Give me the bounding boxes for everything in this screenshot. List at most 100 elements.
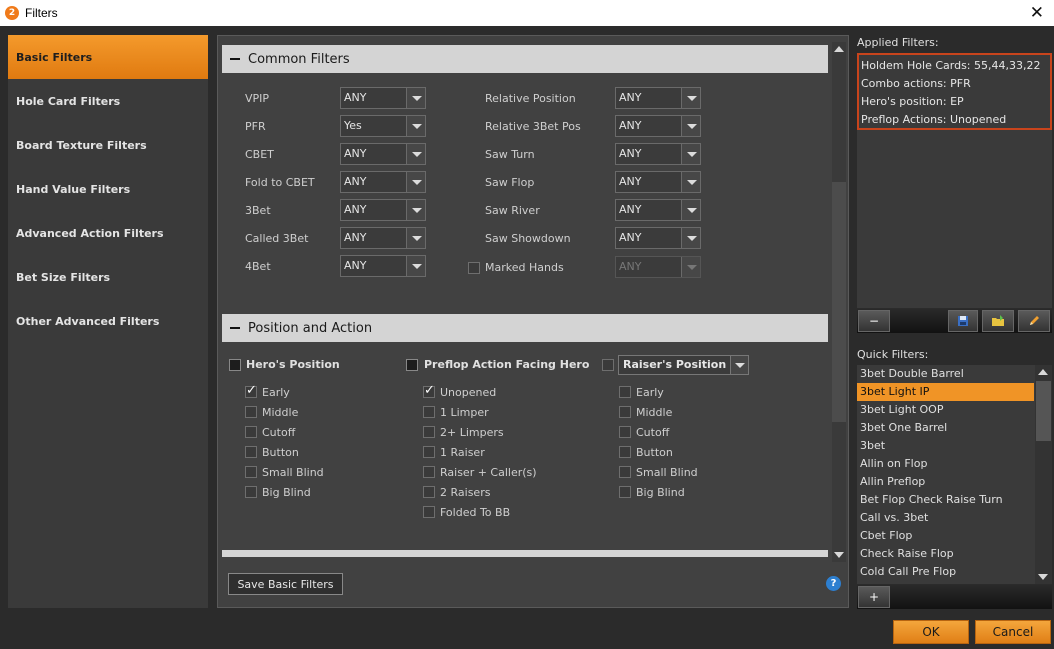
list-item[interactable]: 3bet [857, 437, 1034, 455]
chevron-down-icon[interactable] [681, 144, 700, 164]
raiser-big-blind-checkbox[interactable] [619, 486, 631, 498]
hero-early-checkbox[interactable] [245, 383, 257, 398]
chevron-down-icon[interactable] [406, 256, 425, 276]
quick-filters-toolbar: + [857, 585, 1052, 609]
raiser-middle-checkbox[interactable] [619, 406, 631, 418]
chevron-down-icon[interactable] [406, 88, 425, 108]
scroll-down-icon[interactable] [834, 552, 844, 558]
applied-filter-item[interactable]: Preflop Actions: Unopened [861, 111, 1048, 129]
remove-filter-button[interactable]: − [858, 310, 890, 332]
chevron-down-icon[interactable] [406, 228, 425, 248]
edit-filter-button[interactable] [1018, 310, 1050, 332]
hero-small-blind-checkbox[interactable] [245, 466, 257, 478]
chevron-down-icon[interactable] [406, 200, 425, 220]
hero-middle-checkbox[interactable] [245, 406, 257, 418]
vpip-dropdown[interactable]: ANY [340, 87, 426, 109]
sidebar-item-hole-card-filters[interactable]: Hole Card Filters [8, 79, 208, 123]
scrollbar-thumb[interactable] [832, 182, 846, 422]
action-2-raisers-checkbox[interactable] [423, 486, 435, 498]
list-item[interactable]: Allin Preflop [857, 473, 1034, 491]
ok-button[interactable]: OK [893, 620, 969, 644]
chevron-down-icon[interactable] [681, 228, 700, 248]
list-item[interactable]: Call vs. 3bet [857, 509, 1034, 527]
common-filters-header[interactable]: Common Filters [222, 45, 828, 73]
list-item[interactable]: 3bet One Barrel [857, 419, 1034, 437]
relative-position-dropdown[interactable]: ANY [615, 87, 701, 109]
scroll-down-icon[interactable] [1038, 574, 1048, 580]
chevron-down-icon[interactable] [406, 116, 425, 136]
list-item[interactable]: Cold Call Pre Flop [857, 563, 1034, 581]
action-1-limper-checkbox[interactable] [423, 406, 435, 418]
list-item[interactable]: Check Raise Flop [857, 545, 1034, 563]
relative-3bet-pos-dropdown[interactable]: ANY [615, 115, 701, 137]
cbet-dropdown[interactable]: ANY [340, 143, 426, 165]
window-title: Filters [25, 6, 58, 20]
chevron-down-icon[interactable] [681, 88, 700, 108]
chevron-down-icon[interactable] [406, 144, 425, 164]
saw-river-dropdown[interactable]: ANY [615, 199, 701, 221]
action-2-limpers-checkbox[interactable] [423, 426, 435, 438]
collapse-icon[interactable] [230, 327, 240, 329]
raisers-position-toggle-checkbox[interactable] [602, 359, 614, 371]
chevron-down-icon[interactable] [406, 172, 425, 192]
fold-to-cbet-dropdown[interactable]: ANY [340, 171, 426, 193]
position-action-header[interactable]: Position and Action [222, 314, 828, 342]
raisers-position-dropdown[interactable]: Raiser's Position [618, 355, 750, 375]
list-item[interactable]: 3bet Double Barrel [857, 365, 1034, 383]
quick-filters-scrollbar[interactable] [1035, 365, 1052, 584]
saw-showdown-dropdown[interactable]: ANY [615, 227, 701, 249]
chevron-down-icon[interactable] [681, 200, 700, 220]
scroll-up-icon[interactable] [834, 46, 844, 52]
hero-button-checkbox[interactable] [245, 446, 257, 458]
sidebar-item-other-advanced-filters[interactable]: Other Advanced Filters [8, 299, 208, 343]
raiser-button-checkbox[interactable] [619, 446, 631, 458]
saw-turn-dropdown[interactable]: ANY [615, 143, 701, 165]
raiser-cutoff-checkbox[interactable] [619, 426, 631, 438]
add-quick-filter-button[interactable]: + [858, 586, 890, 608]
marked-hands-checkbox[interactable] [468, 262, 480, 274]
preflop-action-toggle-checkbox[interactable] [406, 359, 418, 371]
applied-filter-item[interactable]: Holdem Hole Cards: 55,44,33,22 [861, 57, 1048, 75]
chevron-down-icon[interactable] [681, 172, 700, 192]
save-filter-button[interactable] [948, 310, 978, 332]
title-bar: 2 Filters ✕ [0, 0, 1054, 26]
collapse-icon[interactable] [230, 58, 240, 60]
main-scrollbar[interactable] [832, 42, 846, 562]
list-item[interactable]: 3bet Light OOP [857, 401, 1034, 419]
sidebar-item-basic-filters[interactable]: Basic Filters [8, 35, 208, 79]
list-item[interactable]: Allin on Flop [857, 455, 1034, 473]
action-folded-to-bb-checkbox[interactable] [423, 506, 435, 518]
hero-cutoff-checkbox[interactable] [245, 426, 257, 438]
saw-flop-dropdown[interactable]: ANY [615, 171, 701, 193]
action-raiser-callers-checkbox[interactable] [423, 466, 435, 478]
hero-big-blind-checkbox[interactable] [245, 486, 257, 498]
action-1-raiser-checkbox[interactable] [423, 446, 435, 458]
list-item[interactable]: 3bet Light IP [857, 383, 1034, 401]
3bet-dropdown[interactable]: ANY [340, 199, 426, 221]
help-icon[interactable]: ? [826, 576, 841, 591]
applied-filter-item[interactable]: Hero's position: EP [861, 93, 1048, 111]
pfr-dropdown[interactable]: Yes [340, 115, 426, 137]
chevron-down-icon[interactable] [681, 116, 700, 136]
scrollbar-thumb[interactable] [1036, 381, 1051, 441]
save-basic-filters-button[interactable]: Save Basic Filters [228, 573, 343, 595]
load-filter-button[interactable] [982, 310, 1014, 332]
cancel-button[interactable]: Cancel [975, 620, 1051, 644]
sidebar-item-bet-size-filters[interactable]: Bet Size Filters [8, 255, 208, 299]
applied-filter-item[interactable]: Combo actions: PFR [861, 75, 1048, 93]
dropdown-value: ANY [619, 175, 642, 188]
close-icon[interactable]: ✕ [1030, 3, 1044, 23]
list-item[interactable]: Cbet Flop [857, 527, 1034, 545]
sidebar-item-board-texture-filters[interactable]: Board Texture Filters [8, 123, 208, 167]
raiser-early-checkbox[interactable] [619, 386, 631, 398]
scroll-up-icon[interactable] [1038, 369, 1048, 375]
called-3bet-dropdown[interactable]: ANY [340, 227, 426, 249]
action-unopened-checkbox[interactable] [423, 383, 435, 398]
4bet-dropdown[interactable]: ANY [340, 255, 426, 277]
sidebar-item-advanced-action-filters[interactable]: Advanced Action Filters [8, 211, 208, 255]
chevron-down-icon[interactable] [730, 356, 749, 374]
list-item[interactable]: Bet Flop Check Raise Turn [857, 491, 1034, 509]
heros-position-toggle-checkbox[interactable] [229, 359, 241, 371]
raiser-small-blind-checkbox[interactable] [619, 466, 631, 478]
sidebar-item-hand-value-filters[interactable]: Hand Value Filters [8, 167, 208, 211]
